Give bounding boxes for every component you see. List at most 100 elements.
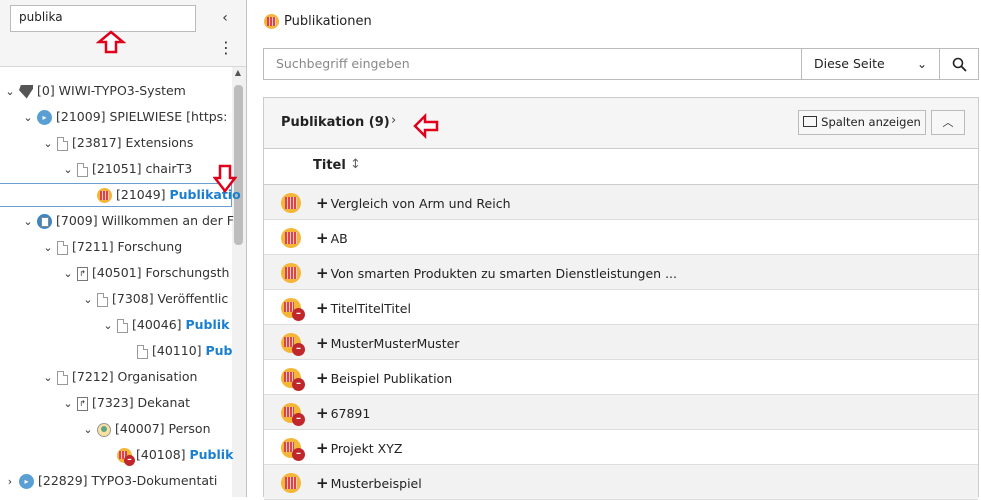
record-title-link[interactable]: + Von smarten Produkten zu smarten Dienst…	[316, 264, 677, 282]
record-title-link[interactable]: +67891	[316, 404, 370, 422]
expand-icon[interactable]: +	[316, 334, 329, 352]
search-button[interactable]	[939, 49, 979, 79]
sort-icon[interactable]: ↕	[350, 157, 361, 172]
tree-node[interactable]: [40110] Pub	[122, 339, 233, 363]
page-title-text: Publikationen	[284, 14, 372, 29]
record-title-link[interactable]: + TitelTitelTitel	[316, 299, 411, 317]
publication-icon	[281, 263, 301, 283]
table-row[interactable]: +Beispiel Publikation	[264, 360, 978, 395]
record-title-link[interactable]: + Musterbeispiel	[316, 474, 422, 492]
record-type-icon[interactable]	[281, 193, 301, 213]
record-title-link[interactable]: + MusterMusterMuster	[316, 334, 459, 352]
chevron-down-icon[interactable]: ⌄	[42, 366, 54, 390]
page-icon	[77, 162, 88, 177]
chevron-down-icon[interactable]: ⌄	[62, 262, 74, 286]
expand-icon[interactable]: +	[316, 474, 329, 492]
scroll-up-icon[interactable]: ▲	[232, 67, 244, 79]
record-type-icon[interactable]	[281, 333, 305, 356]
table-row[interactable]: +67891	[264, 395, 978, 430]
tree-node[interactable]: ⌄ [7212] Organisation	[42, 365, 197, 389]
chevron-down-icon[interactable]: ⌄	[42, 132, 54, 156]
panel-title[interactable]: Publikation (9)	[281, 115, 390, 130]
chevron-up-icon: ︿	[942, 116, 954, 129]
chevron-down-icon[interactable]: ⌄	[82, 288, 94, 312]
tree-node-label: [0] WIWI-TYPO3-System	[37, 83, 186, 98]
tree-node[interactable]: ⌄ [7308] Veröffentlic	[82, 287, 228, 311]
chevron-down-icon[interactable]: ⌄	[62, 392, 74, 416]
chevron-down-icon[interactable]: ⌄	[22, 106, 34, 130]
record-type-icon[interactable]	[281, 228, 301, 248]
expand-icon[interactable]: +	[316, 404, 329, 422]
tree-node[interactable]: ⌄ [7009] Willkommen an der F	[22, 209, 234, 233]
record-title-link[interactable]: + Projekt XYZ	[316, 439, 402, 457]
page-icon	[57, 136, 68, 151]
tree-node[interactable]: ⌄ ↱ [40501] Forschungsth	[62, 261, 229, 285]
annotation-arrow-down-icon	[213, 164, 237, 194]
expand-icon[interactable]: +	[316, 264, 329, 282]
expand-icon[interactable]: +	[316, 194, 329, 212]
chevron-down-icon[interactable]: ⌄	[42, 236, 54, 260]
search-bar: Suchbegriff eingeben Diese Seite ⌄	[263, 48, 979, 80]
typo3-root-icon	[19, 84, 33, 99]
site-root-icon: ▸	[19, 474, 34, 489]
table-row[interactable]: +MusterMusterMuster	[264, 325, 978, 360]
tree-node-label: [22829] TYPO3-Dokumentati	[38, 473, 218, 488]
table-header: Titel ↕	[264, 149, 978, 185]
page-tree-panel: publika ‹ ⋮ ▲ ⌄ [0] WIWI-TYPO3-System ⌄ ▸[…	[0, 0, 247, 497]
publication-folder-icon	[264, 14, 279, 29]
tree-node[interactable]: ⌄ ▸ [21009] SPIELWIESE [https:	[22, 105, 227, 129]
collapse-navigation-button[interactable]: ‹	[218, 8, 232, 28]
record-type-icon[interactable]	[281, 298, 305, 321]
chevron-down-icon[interactable]: ⌄	[4, 80, 16, 104]
tree-node[interactable]: [40108] Publik	[102, 443, 233, 467]
page-icon	[57, 370, 68, 385]
table-row[interactable]: +TitelTitelTitel	[264, 290, 978, 325]
expand-icon[interactable]: +	[316, 369, 329, 387]
tree-node[interactable]: ⌄ [23817] Extensions	[42, 131, 193, 155]
record-type-icon[interactable]	[281, 403, 305, 426]
chevron-down-icon[interactable]: ⌄	[102, 314, 114, 338]
annotation-arrow-up-icon	[96, 30, 126, 54]
tree-actions-menu-icon[interactable]: ⋮	[218, 38, 234, 58]
record-title-link[interactable]: + AB	[316, 229, 348, 247]
record-title-link[interactable]: + Beispiel Publikation	[316, 369, 452, 387]
table-row[interactable]: +Projekt XYZ	[264, 430, 978, 465]
search-scope-select[interactable]: Diese Seite ⌄	[801, 49, 939, 79]
column-header-title[interactable]: Titel	[313, 158, 346, 173]
record-title-link[interactable]: + Vergleich von Arm und Reich	[316, 194, 511, 212]
tree-node[interactable]: ⌄ [21051] chairT3	[62, 157, 192, 181]
tree-node[interactable]: ⌄ [7211] Forschung	[42, 235, 182, 259]
record-title: Beispiel Publikation	[330, 371, 453, 386]
chevron-right-icon[interactable]: ›	[4, 470, 16, 494]
show-columns-button[interactable]: Spalten anzeigen	[798, 110, 926, 135]
collapse-panel-button[interactable]: ︿	[931, 110, 965, 135]
site-root-icon: ▸	[37, 110, 52, 125]
tree-node[interactable]: ⌄ [0] WIWI-TYPO3-System	[4, 79, 186, 103]
tree-filter-input[interactable]: publika	[10, 5, 196, 32]
tree-node[interactable]: ⌄ ↱ [7323] Dekanat	[62, 391, 190, 415]
person-folder-icon	[97, 422, 111, 437]
chevron-down-icon[interactable]: ⌄	[22, 210, 34, 234]
chevron-right-icon[interactable]: ›	[391, 113, 396, 128]
tree-node[interactable]: › ▸ [22829] TYPO3-Dokumentati	[4, 469, 217, 493]
record-type-icon[interactable]	[281, 473, 301, 493]
chevron-down-icon[interactable]: ⌄	[82, 418, 94, 442]
table-row[interactable]: + Vergleich von Arm und Reich	[264, 185, 978, 220]
tree-node[interactable]: ⌄ [40007] Person	[82, 417, 211, 441]
publication-icon	[281, 473, 301, 493]
record-type-icon[interactable]	[281, 368, 305, 391]
tree-node[interactable]: ⌄ [40046] Publik	[102, 313, 229, 337]
record-type-icon[interactable]	[281, 438, 305, 461]
page-icon	[137, 344, 148, 359]
expand-icon[interactable]: +	[316, 229, 329, 247]
search-match-highlight: Pub	[205, 343, 233, 358]
table-row[interactable]: + AB	[264, 220, 978, 255]
table-row[interactable]: + Musterbeispiel	[264, 465, 978, 500]
table-row[interactable]: + Von smarten Produkten zu smarten Dienst…	[264, 255, 978, 290]
search-input[interactable]: Suchbegriff eingeben	[264, 49, 802, 79]
expand-icon[interactable]: +	[316, 299, 329, 317]
hidden-publication-icon	[281, 403, 305, 426]
expand-icon[interactable]: +	[316, 439, 329, 457]
chevron-down-icon[interactable]: ⌄	[62, 158, 74, 182]
record-type-icon[interactable]	[281, 263, 301, 283]
